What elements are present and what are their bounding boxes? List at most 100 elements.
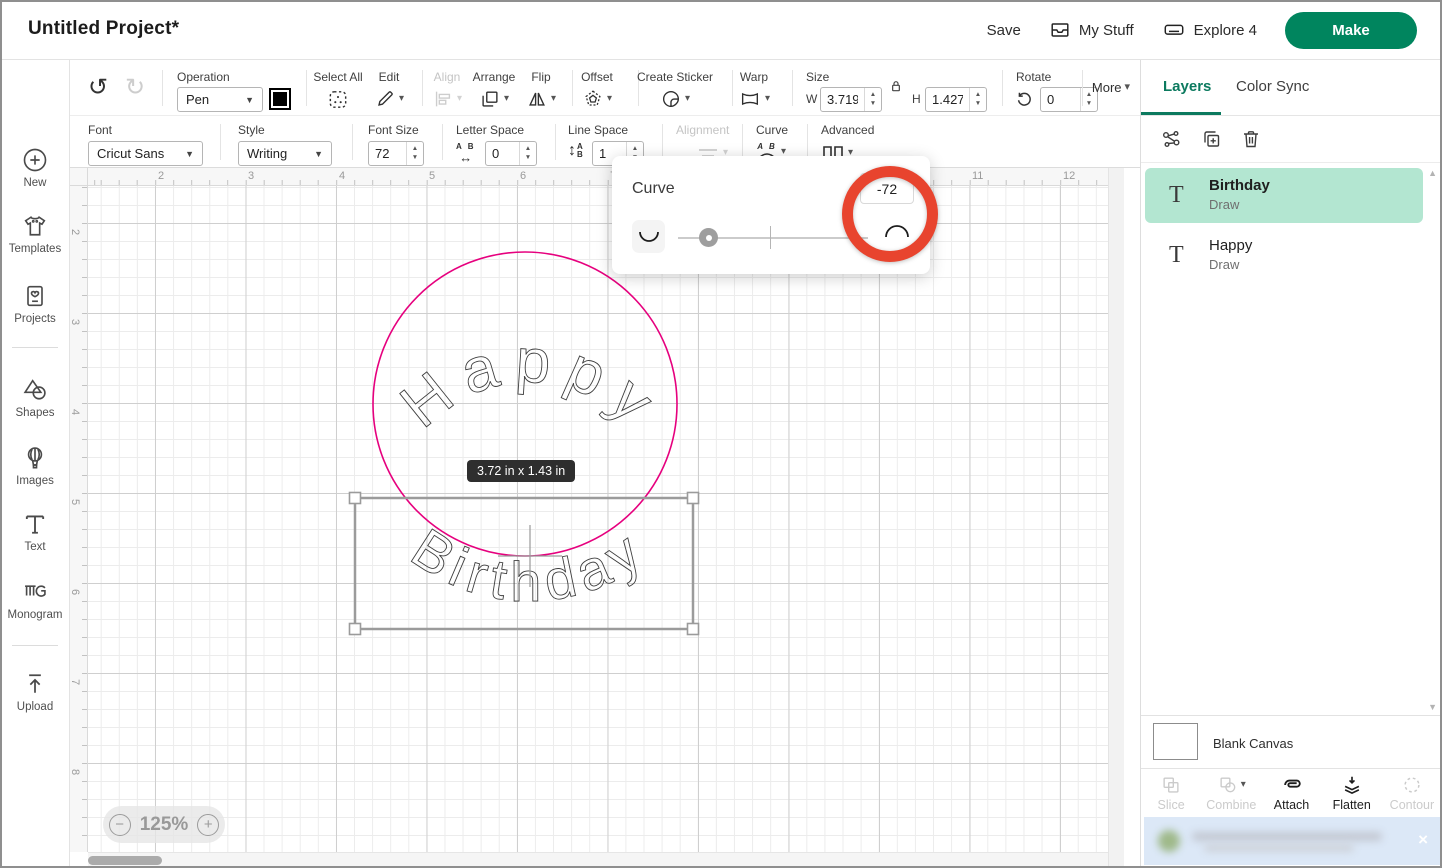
chevron-down-icon: ▾ — [765, 94, 770, 104]
my-stuff-button[interactable]: My Stuff — [1049, 19, 1134, 41]
arrange-button[interactable]: ▾ — [479, 88, 509, 110]
rotate-icon[interactable] — [1014, 89, 1034, 109]
flip-button[interactable]: ▾ — [526, 88, 556, 110]
h-scroll-thumb[interactable] — [88, 856, 162, 865]
line-space-icon: ↕ A B — [568, 142, 585, 160]
width-stepper[interactable]: ▲▼ — [820, 87, 882, 112]
sidebar-item-monogram[interactable]: Monogram — [0, 578, 70, 621]
duplicate-icon[interactable] — [1199, 127, 1223, 151]
ruler-corner — [70, 168, 88, 186]
chevron-down-icon: ▼ — [185, 149, 194, 159]
notification-avatar — [1158, 830, 1180, 852]
lock-icon[interactable] — [888, 78, 904, 94]
annotation-red-circle — [842, 166, 938, 262]
flip-label: Flip — [531, 70, 550, 84]
sidebar-item-shapes[interactable]: Shapes — [0, 376, 70, 419]
align-label: Align — [434, 70, 461, 84]
zoom-out-button[interactable]: − — [109, 814, 131, 836]
stepper-arrows-icon[interactable]: ▲▼ — [406, 142, 423, 165]
tab-color-sync[interactable]: Color Sync — [1236, 78, 1309, 95]
height-input[interactable] — [926, 88, 969, 111]
sidebar-item-images[interactable]: Images — [0, 444, 70, 487]
group-icon[interactable] — [1159, 127, 1183, 151]
sidebar-item-text[interactable]: Text — [0, 510, 70, 553]
shapes-icon — [0, 376, 70, 404]
more-button[interactable]: More ▾ — [1092, 80, 1130, 95]
blank-canvas-row[interactable]: Blank Canvas — [1141, 716, 1442, 768]
width-input[interactable] — [821, 88, 864, 111]
letter-space-stepper[interactable]: ▲▼ — [485, 141, 537, 166]
color-swatch[interactable] — [269, 88, 291, 110]
contour-button[interactable]: Contour — [1382, 769, 1442, 816]
flatten-button[interactable]: Flatten — [1322, 769, 1382, 816]
offset-button[interactable]: ▾ — [582, 88, 612, 110]
undo-button[interactable]: ↺ — [88, 76, 108, 100]
font-select[interactable]: Cricut Sans ▼ — [88, 141, 203, 166]
stepper-arrows-icon[interactable]: ▲▼ — [864, 88, 881, 111]
happy-text[interactable]: Happy — [388, 326, 676, 444]
rotate-input[interactable] — [1041, 88, 1080, 111]
text-toolbar: Font Cricut Sans ▼ Style Writing ▼ Font … — [70, 116, 1140, 168]
panel-tabs: Layers Color Sync — [1141, 60, 1442, 116]
sidebar-item-upload[interactable]: Upload — [0, 670, 70, 713]
panel-scroll-up-icon[interactable]: ▲ — [1428, 168, 1437, 178]
text-T-icon — [0, 510, 70, 538]
chevron-down-icon: ▼ — [314, 149, 323, 159]
panel-scroll-down-icon[interactable]: ▼ — [1428, 702, 1437, 712]
letter-space-input[interactable] — [486, 142, 519, 165]
sidebar-item-templates[interactable]: Templates — [0, 212, 70, 255]
stepper-arrows-icon[interactable]: ▲▼ — [969, 88, 986, 111]
create-sticker-button[interactable]: ▾ — [660, 88, 690, 110]
horizontal-scrollbar[interactable] — [88, 852, 1108, 868]
curve-popup-title: Curve — [632, 180, 675, 198]
curve-down-preset-button[interactable] — [632, 220, 665, 253]
envelope-icon — [1049, 19, 1071, 41]
align-button[interactable]: ▾ — [432, 88, 462, 110]
sidebar-item-projects[interactable]: Projects — [0, 282, 70, 325]
canvas-color-swatch[interactable] — [1153, 723, 1198, 760]
active-tab-underline — [1141, 112, 1221, 115]
chevron-down-icon: ▼ — [245, 95, 254, 105]
upload-arrow-icon — [0, 670, 70, 698]
line-space-label: Line Space — [568, 123, 628, 137]
warp-button[interactable]: ▾ — [738, 88, 770, 110]
save-button[interactable]: Save — [987, 22, 1021, 39]
stepper-arrows-icon[interactable]: ▲▼ — [519, 142, 536, 165]
curve-slider-handle[interactable] — [699, 228, 718, 247]
layers-panel: Layers Color Sync T Birthday D — [1140, 60, 1442, 868]
height-stepper[interactable]: ▲▼ — [925, 87, 987, 112]
birthday-text[interactable]: Birthday — [401, 516, 657, 613]
curve-label: Curve — [756, 123, 788, 137]
redo-button[interactable]: ↻ — [125, 76, 145, 100]
explore-machine-button[interactable]: Explore 4 — [1162, 19, 1257, 41]
new-plus-icon — [0, 146, 70, 174]
design-artwork[interactable]: Happy Birthday — [88, 186, 1108, 852]
layer-row-birthday[interactable]: T Birthday Draw — [1145, 168, 1423, 223]
vertical-scrollbar[interactable] — [1108, 168, 1124, 868]
notification-close-icon[interactable]: × — [1418, 830, 1428, 850]
select-all-button[interactable] — [327, 88, 350, 111]
design-canvas[interactable]: 2 3 4 5 6 7 8 9 10 11 12 2 3 4 5 6 7 8 H… — [70, 168, 1124, 868]
advanced-label: Advanced — [821, 123, 874, 137]
rotate-label: Rotate — [1016, 70, 1051, 84]
font-label: Font — [88, 123, 112, 137]
edit-button[interactable]: ▾ — [374, 88, 404, 110]
rotate-stepper[interactable]: ▲▼ — [1040, 87, 1098, 112]
slice-button[interactable]: Slice — [1141, 769, 1201, 816]
sidebar-divider — [12, 645, 58, 646]
zoom-in-button[interactable]: + — [197, 814, 219, 836]
alignment-label: Alignment — [676, 123, 729, 137]
make-button[interactable]: Make — [1285, 12, 1417, 49]
tab-layers[interactable]: Layers — [1163, 78, 1211, 95]
sidebar-item-new[interactable]: New — [0, 146, 70, 189]
hot-air-balloon-icon — [0, 444, 70, 472]
font-size-input[interactable] — [369, 142, 406, 165]
trash-icon[interactable] — [1239, 127, 1263, 151]
combine-button[interactable]: ▾ Combine — [1201, 769, 1261, 816]
font-size-stepper[interactable]: ▲▼ — [368, 141, 424, 166]
layer-row-happy[interactable]: T Happy Draw — [1145, 228, 1423, 283]
smile-arc-icon — [638, 230, 660, 244]
style-select[interactable]: Writing ▼ — [238, 141, 332, 166]
attach-button[interactable]: Attach — [1261, 769, 1321, 816]
operation-select[interactable]: Pen ▼ — [177, 87, 263, 112]
